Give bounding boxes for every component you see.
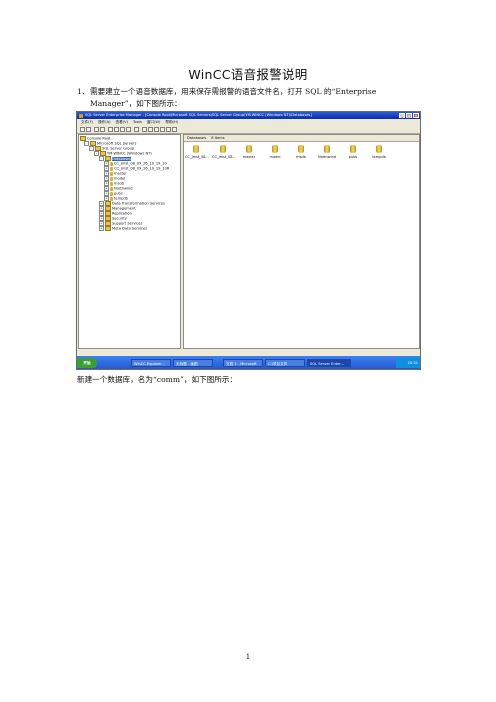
- tools-icon[interactable]: [154, 126, 159, 132]
- window-titlebar: SQL Server Enterprise Manager - [Console…: [77, 112, 420, 119]
- tree-item-folder[interactable]: + Meta Data Services: [99, 226, 147, 231]
- status-bar: [77, 350, 420, 354]
- properties-icon[interactable]: [114, 126, 119, 132]
- database-icon: [376, 145, 382, 153]
- maximize-button[interactable]: □: [406, 113, 412, 118]
- paragraph-1-text: 需要建立一个语音数据库，用来保存需报警的语音文件名，打开 SQL 的“Enter…: [90, 87, 377, 108]
- taskbar-item-active[interactable]: SQL Server Enter...: [307, 359, 351, 367]
- delete-icon[interactable]: [108, 126, 113, 132]
- refresh-icon[interactable]: [120, 126, 125, 132]
- database-icon: [110, 186, 113, 191]
- up-icon[interactable]: [94, 126, 99, 132]
- pane-header: Databases 8 Items: [184, 135, 419, 142]
- database-icon: [272, 145, 278, 153]
- database-icon: [110, 171, 113, 176]
- config-icon[interactable]: [172, 126, 177, 132]
- run-icon[interactable]: [160, 126, 165, 132]
- console-tree: Console Root - Microsoft SQL Servers - SQL…: [78, 134, 181, 349]
- pane-title: Databases: [187, 136, 207, 140]
- taskbar-item[interactable]: WinCC Explorer -: [131, 359, 171, 367]
- new-icon[interactable]: [148, 126, 153, 132]
- app-icon: [79, 113, 83, 118]
- database-item[interactable]: Northwind: [316, 145, 338, 159]
- database-icon: [350, 145, 356, 153]
- database-icon: [298, 145, 304, 153]
- back-icon[interactable]: [80, 126, 85, 132]
- window-title: SQL Server Enterprise Manager - [Console…: [85, 113, 312, 117]
- wizard-icon[interactable]: [142, 126, 147, 132]
- database-item[interactable]: CC_jmst_08...: [185, 145, 209, 159]
- database-item[interactable]: model: [264, 145, 286, 159]
- database-icon: [110, 191, 113, 196]
- taskbar-item[interactable]: C:\项目文件: [265, 359, 305, 367]
- enterprise-manager-screenshot: SQL Server Enterprise Manager - [Console…: [76, 111, 421, 370]
- database-icon: [110, 196, 113, 201]
- paragraph-1: 1、 需要建立一个语音数据库，用来保存需报警的语音文件名，打开 SQL 的“En…: [77, 86, 424, 110]
- toolbar: [77, 125, 420, 134]
- document-title: WinCC语音报警说明: [188, 67, 308, 82]
- folder-icon: [105, 226, 111, 231]
- database-icon: [110, 176, 113, 181]
- database-icon: [246, 145, 252, 153]
- expand-icon[interactable]: +: [99, 226, 104, 231]
- database-item[interactable]: pubs: [342, 145, 364, 159]
- database-item[interactable]: master: [238, 145, 260, 159]
- taskbar-item[interactable]: 文档 1 - Microsoft: [223, 359, 263, 367]
- databases-pane: Databases 8 Items CC_jmst_08... CC_jmst_…: [183, 134, 420, 349]
- database-icon: [324, 145, 330, 153]
- stop-icon[interactable]: [166, 126, 171, 132]
- page-number: 1: [245, 653, 251, 661]
- minimize-button[interactable]: _: [399, 113, 405, 118]
- help-icon[interactable]: [134, 126, 139, 132]
- taskbar-item[interactable]: 无标题 - 画图: [173, 359, 213, 367]
- tree-toggle-icon[interactable]: [100, 126, 105, 132]
- clock: 20:31: [396, 358, 420, 368]
- database-item[interactable]: CC_jmst_08...: [212, 145, 236, 159]
- forward-icon[interactable]: [86, 126, 91, 132]
- start-button[interactable]: 开始: [77, 358, 97, 368]
- database-icon: [110, 181, 113, 186]
- export-icon[interactable]: [126, 126, 131, 132]
- database-icon: [220, 145, 226, 153]
- database-item[interactable]: tempdb: [368, 145, 390, 159]
- database-icon: [110, 166, 113, 171]
- database-icon: [193, 145, 199, 153]
- paragraph-1-number: 1、: [77, 87, 90, 96]
- windows-taskbar: 开始 WinCC Explorer - 无标题 - 画图 文档 1 - Micr…: [77, 356, 420, 369]
- item-count: 8 Items: [211, 136, 225, 140]
- paragraph-2: 新建一个数据库，名为“comm”，如下图所示：: [77, 375, 238, 384]
- close-button[interactable]: ×: [413, 113, 419, 118]
- database-icon: [110, 161, 113, 166]
- database-item[interactable]: msdb: [290, 145, 312, 159]
